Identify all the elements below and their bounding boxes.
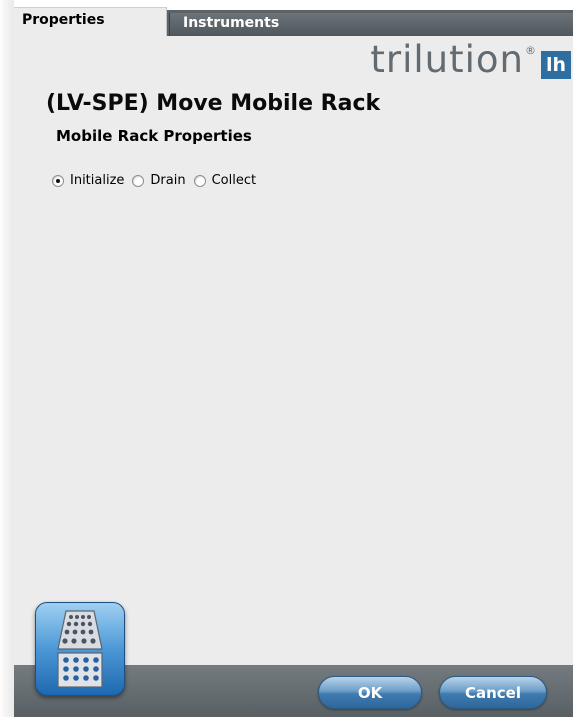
left-edge-shadow (0, 0, 14, 717)
registered-mark: ® (525, 44, 537, 57)
properties-panel: trilution® lh (LV-SPE) Move Mobile Rack … (14, 36, 573, 665)
mobile-rack-icon (35, 602, 125, 696)
radio-drain-label: Drain (150, 173, 186, 188)
radio-drain[interactable]: Drain (132, 173, 186, 188)
rack-icon-graphic (57, 610, 103, 688)
radio-collect-label: Collect (211, 173, 257, 188)
radio-initialize-label: Initialize (70, 173, 125, 188)
tab-properties[interactable]: Properties (14, 7, 167, 37)
cancel-button[interactable]: Cancel (439, 676, 547, 709)
tab-instruments-label: Instruments (183, 15, 280, 31)
logo-text: trilution (370, 38, 524, 81)
lh-badge-icon: lh (541, 51, 571, 79)
radio-collect[interactable]: Collect (193, 173, 257, 188)
ok-button[interactable]: OK (318, 676, 422, 709)
tab-instruments[interactable]: Instruments (169, 13, 573, 37)
radio-initialize[interactable]: Initialize (52, 173, 124, 188)
section-subtitle: Mobile Rack Properties (56, 127, 252, 145)
radio-collect-dot[interactable] (193, 174, 206, 187)
trilution-logo: trilution® (370, 38, 537, 81)
radio-initialize-dot[interactable] (52, 174, 64, 187)
action-radio-group: Initialize Drain Collect (52, 173, 264, 188)
radio-drain-dot[interactable] (132, 174, 145, 187)
page-title: (LV-SPE) Move Mobile Rack (46, 91, 381, 116)
tab-properties-label: Properties (22, 12, 105, 28)
